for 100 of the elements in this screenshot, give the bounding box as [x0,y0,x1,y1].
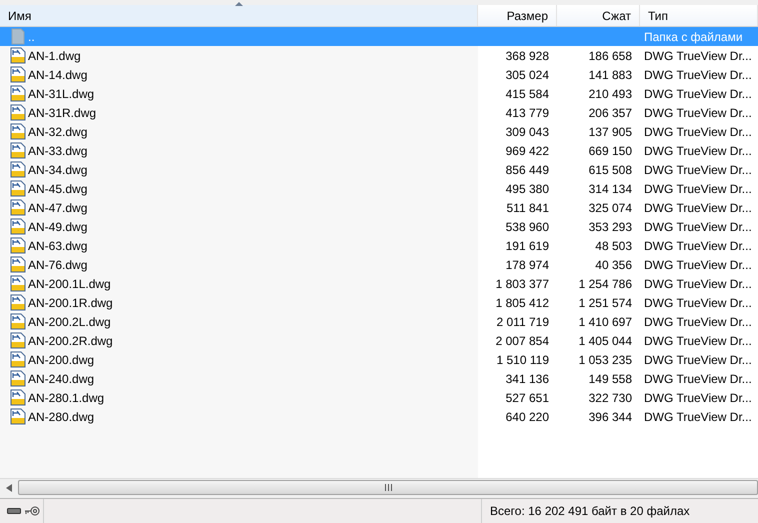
packed-size-cell-text: 669 150 [588,142,632,160]
packed-size-cell-text: 353 293 [588,218,632,236]
drawing-file-icon [10,47,26,64]
type-cell: DWG TrueView Dr... [644,258,752,272]
size-cell-text: 305 024 [506,66,549,84]
drawing-file-icon [10,104,26,121]
drawing-file-icon [10,180,26,197]
size-cell-text: 969 422 [506,142,549,160]
file-name: AN-1.dwg [28,48,81,64]
drive-icon[interactable] [7,508,21,514]
file-name: AN-14.dwg [28,66,88,84]
size-cell-text: 415 584 [506,86,549,102]
sort-arrow-icon [235,2,243,6]
drawing-file-icon [10,275,26,292]
packed-size-cell-text: 186 658 [588,48,632,64]
packed-size-cell-text: 48 503 [595,238,632,254]
packed-size-cell-text: 137 905 [588,124,632,140]
drawing-file-icon [10,218,26,235]
type-cell: DWG TrueView Dr... [644,48,752,62]
file-name: AN-33.dwg [28,142,88,160]
folder-icon [10,28,26,45]
drawing-file-icon [10,199,26,216]
drawing-file-icon [10,256,26,273]
type-cell: DWG TrueView Dr... [644,372,752,386]
type-cell: DWG TrueView Dr... [644,276,752,290]
key-icon[interactable] [24,506,40,516]
size-cell-text: 341 136 [506,370,549,388]
file-name: AN-31L.dwg [28,86,94,102]
packed-size-cell-text: 615 508 [588,162,632,178]
type-cell: DWG TrueView Dr... [644,220,752,234]
packed-size-cell-text: 396 344 [588,408,632,426]
file-name: AN-240.dwg [28,370,94,388]
drawing-file-icon [10,389,26,406]
file-name: AN-49.dwg [28,218,88,236]
column-header[interactable]: Размер [478,5,557,26]
packed-size-cell-text: 322 730 [588,390,632,406]
drawing-file-icon [10,142,26,159]
file-name: .. [28,28,35,46]
size-cell-text: 368 928 [506,48,549,64]
file-name: AN-47.dwg [28,200,88,216]
file-name: AN-200.1R.dwg [28,294,113,312]
file-name: AN-200.2R.dwg [28,332,113,350]
file-name: AN-200.dwg [28,352,94,368]
size-cell-text: 856 449 [506,162,549,178]
drawing-file-icon [10,332,26,349]
size-cell-text: 413 779 [506,104,549,122]
packed-size-cell-text: 210 493 [588,86,632,102]
packed-size-cell-text: 141 883 [588,66,632,84]
packed-size-cell-text: 1 405 044 [578,332,632,350]
packed-size-cell-text: 1 254 786 [578,276,632,292]
column-header[interactable]: Сжат [557,5,640,26]
type-cell: DWG TrueView Dr... [644,352,752,366]
column-header[interactable]: Тип [640,5,758,26]
type-cell: DWG TrueView Dr... [644,314,752,328]
type-cell: DWG TrueView Dr... [644,162,752,176]
packed-size-cell-text: 206 357 [588,104,632,122]
column-header[interactable]: Имя [0,5,478,26]
drawing-file-icon [10,66,26,83]
drawing-file-icon [10,161,26,178]
size-cell-text: 1 510 119 [496,352,549,368]
scrollbar-thumb[interactable] [18,480,758,495]
type-cell: DWG TrueView Dr... [644,124,752,138]
size-cell-text: 511 841 [506,200,549,216]
file-name: AN-76.dwg [28,256,88,274]
type-cell: DWG TrueView Dr... [644,238,752,252]
size-cell-text: 191 619 [506,238,549,254]
type-cell: DWG TrueView Dr... [644,200,752,214]
type-cell: DWG TrueView Dr... [644,410,752,424]
size-cell-text: 640 220 [506,408,549,426]
size-cell-text: 1 805 412 [496,294,549,312]
drawing-file-icon [10,123,26,140]
drawing-file-icon [10,294,26,311]
file-name: AN-280.1.dwg [28,390,104,406]
packed-size-cell-text: 1 053 235 [578,352,632,368]
size-cell-text: 538 960 [506,218,549,236]
file-name: AN-45.dwg [28,180,88,198]
grip-icon [384,484,392,491]
type-cell: DWG TrueView Dr... [644,144,752,158]
packed-size-cell-text: 40 356 [595,256,632,274]
type-cell: DWG TrueView Dr... [644,68,752,82]
horizontal-scrollbar[interactable] [0,478,758,496]
type-cell: DWG TrueView Dr... [644,296,752,310]
packed-size-cell-text: 325 074 [588,200,632,216]
type-cell: DWG TrueView Dr... [644,106,752,120]
drawing-file-icon [10,85,26,102]
size-cell-text: 2 011 719 [496,314,549,330]
size-cell-text: 309 043 [506,124,549,140]
file-name: AN-200.1L.dwg [28,276,111,292]
file-name: AN-31R.dwg [28,104,96,122]
scroll-left-icon[interactable] [6,484,12,492]
drawing-file-icon [10,370,26,387]
file-name: AN-200.2L.dwg [28,314,111,330]
type-cell: DWG TrueView Dr... [644,390,752,404]
type-cell: DWG TrueView Dr... [644,86,752,100]
packed-size-cell-text: 149 558 [588,370,632,388]
size-cell-text: 527 651 [506,390,549,406]
type-cell: DWG TrueView Dr... [644,334,752,348]
drawing-file-icon [10,313,26,330]
size-cell-text: 2 007 854 [496,332,549,350]
packed-size-cell-text: 1 251 574 [578,294,632,312]
